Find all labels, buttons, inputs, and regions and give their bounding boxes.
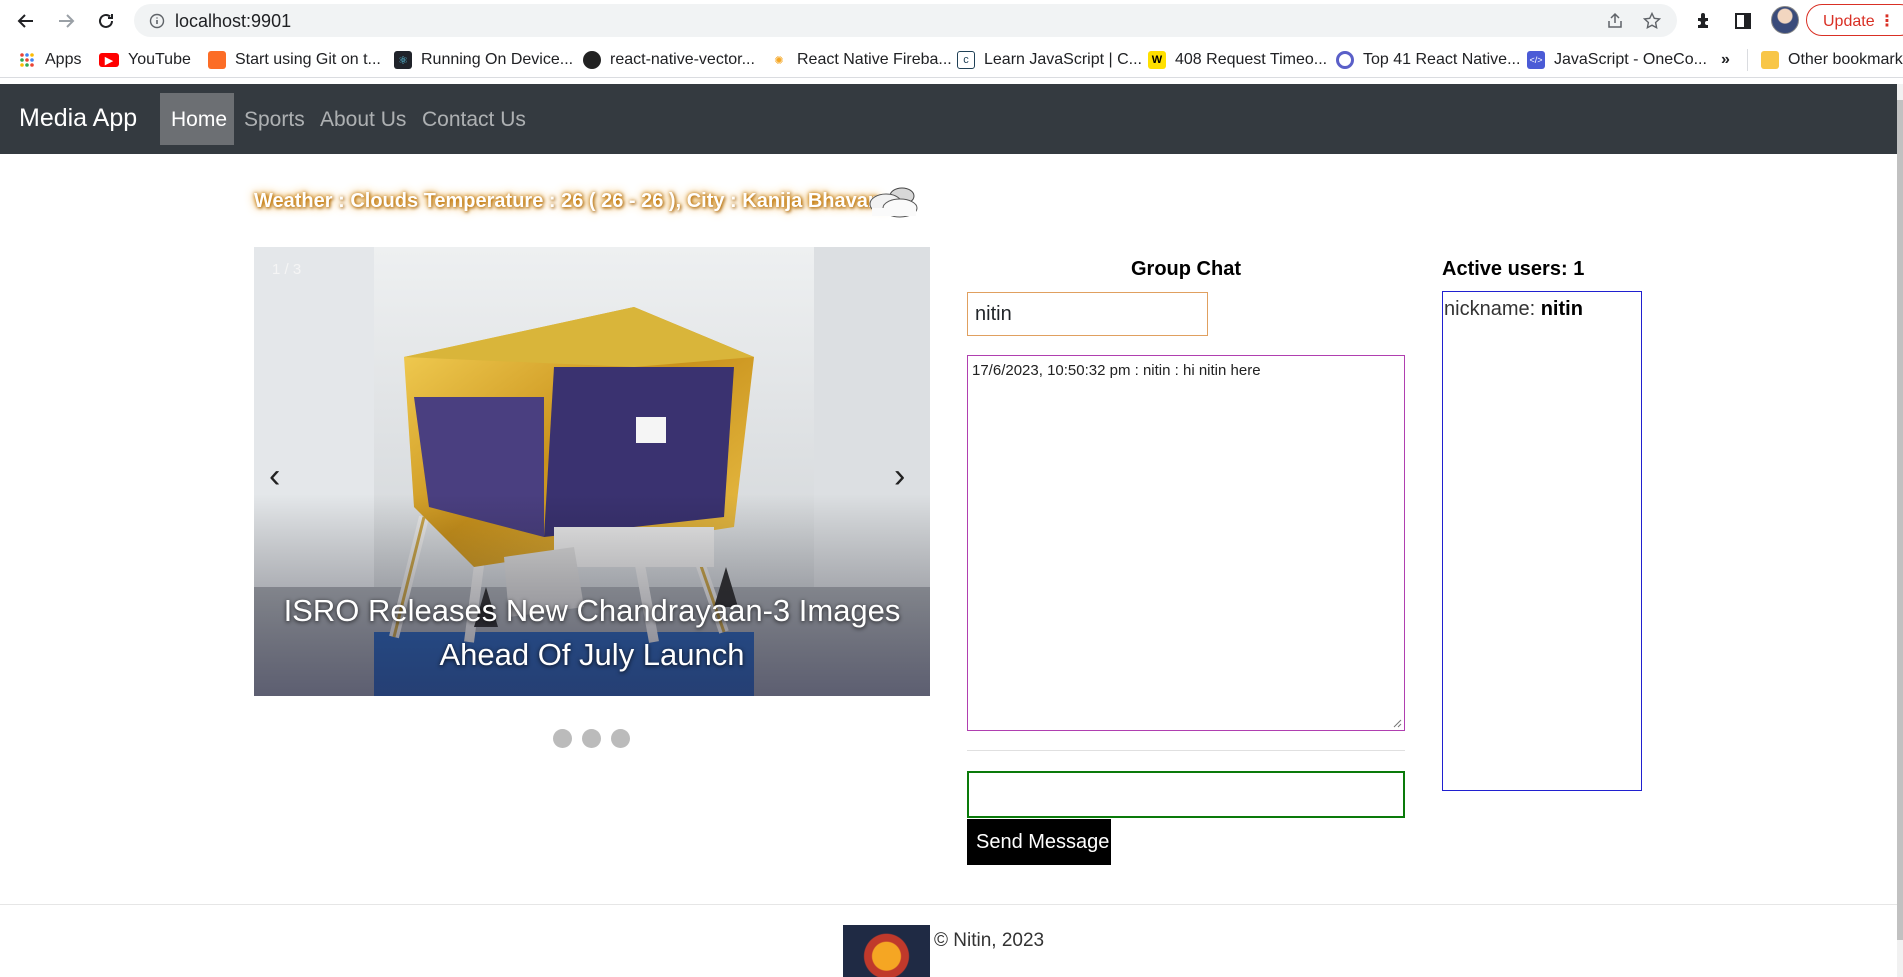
active-users-count: 1 [1573,258,1585,280]
bookmark-label: Top 41 React Native... [1363,51,1521,68]
more-bookmarks-button[interactable]: » [1721,50,1730,70]
nav-home[interactable]: Home [160,93,234,145]
nav-sports[interactable]: Sports [244,108,305,132]
news-carousel[interactable]: 1 / 3 ‹ › ISRO Releases New Chandrayaan-… [254,247,930,696]
footer-divider [0,904,1897,905]
forward-arrow-icon[interactable] [53,8,79,34]
weather-text: Weather : Clouds Temperature : 26 ( 26 -… [254,190,886,212]
carousel-next-button[interactable]: › [894,457,905,496]
nav-contact-us[interactable]: Contact Us [422,108,526,132]
bookmark-learn-javascript[interactable]: c Learn JavaScript | C... [957,50,1142,70]
carousel-dot[interactable] [611,729,630,748]
app-navbar: Media App Home Sports About Us Contact U… [0,84,1897,154]
bookmark-running-on-device[interactable]: ⚛ Running On Device... [394,50,573,70]
apps-grid-icon [18,51,36,69]
share-icon[interactable] [1605,11,1625,31]
nickname-input[interactable] [967,292,1208,336]
user-entry: nickname: nitin [1444,298,1640,321]
react-icon: ⚛ [394,51,412,69]
slide-caption-line1: ISRO Releases New Chandrayaan-3 Images [283,593,901,628]
active-users-label: Active users: [1442,258,1568,280]
code-icon: </> [1527,51,1545,69]
chat-divider [967,750,1405,751]
nav-about-us[interactable]: About Us [320,108,406,132]
bookmark-408-request[interactable]: W 408 Request Timeo... [1148,50,1327,70]
firebase-icon: ✺ [774,54,784,67]
chat-messages-box[interactable]: 17/6/2023, 10:50:32 pm : nitin : hi niti… [967,355,1405,731]
chat-message: 17/6/2023, 10:50:32 pm : nitin : hi niti… [972,362,1261,379]
bookmark-apps[interactable]: Apps [18,50,81,70]
slide-caption: ISRO Releases New Chandrayaan-3 Images A… [254,589,930,677]
bookmark-top-41[interactable]: Top 41 React Native... [1336,50,1520,70]
info-icon[interactable] [147,11,167,31]
bookmark-label: YouTube [128,51,191,68]
star-icon[interactable] [1642,11,1662,31]
bookmark-react-native-vector[interactable]: react-native-vector... [583,50,755,70]
active-users-list: nickname: nitin [1442,291,1642,791]
footer-copyright: © Nitin, 2023 [934,930,1045,951]
github-icon [583,51,601,69]
update-label: Update [1823,13,1875,30]
bookmark-javascript-oneco[interactable]: </> JavaScript - OneCo... [1527,50,1707,70]
active-users-title: Active users: 1 [1442,258,1584,281]
bookmarks-divider [1747,49,1748,71]
side-panel-icon[interactable] [1730,8,1756,34]
bookmark-youtube[interactable]: ▶ YouTube [99,50,191,70]
bookmark-react-native-firebase[interactable]: ✺ React Native Fireba... [770,50,952,70]
browser-toolbar: localhost:9901 Update ⋮ [0,0,1903,42]
slide-counter: 1 / 3 [272,261,302,278]
bookmarks-bar: Apps ▶ YouTube Start using Git on t... ⚛… [0,42,1903,78]
brand-title[interactable]: Media App [19,104,137,133]
url-text: localhost:9901 [175,11,292,31]
w-icon: W [1148,51,1166,69]
update-button[interactable]: Update ⋮ [1806,4,1903,36]
address-bar[interactable]: localhost:9901 [134,4,1677,37]
bookmark-label: 408 Request Timeo... [1175,51,1328,68]
slide-caption-line2: Ahead Of July Launch [439,637,745,672]
carousel-dot[interactable] [553,729,572,748]
extensions-icon[interactable] [1691,8,1717,34]
cloud-icon [869,187,918,218]
resize-handle-icon[interactable] [1392,718,1402,728]
other-bookmarks-folder[interactable]: Other bookmarks [1761,50,1903,70]
group-chat-title: Group Chat [1131,258,1241,280]
user-nickname: nitin [1540,298,1583,320]
send-message-button[interactable]: Send Message [967,819,1111,865]
nav-home-label: Home [171,108,228,131]
bookmark-label: Other bookmarks [1788,51,1903,68]
bookmark-label: Learn JavaScript | C... [984,51,1142,68]
menu-kebab-icon[interactable]: ⋮ [1879,13,1895,30]
gitlab-icon [208,51,226,69]
nickname-label: nickname: [1444,298,1536,320]
reload-icon[interactable] [93,8,119,34]
bookmark-label: React Native Fireba... [797,51,952,68]
message-input[interactable] [967,771,1405,818]
bookmark-label: Start using Git on t... [235,51,381,68]
circle-icon [1336,51,1354,69]
page-scrollbar[interactable] [1897,84,1903,977]
youtube-icon: ▶ [99,53,119,67]
profile-avatar[interactable] [1771,6,1799,34]
codecademy-icon: c [957,51,975,69]
bookmark-label: JavaScript - OneCo... [1554,51,1707,68]
bookmark-git[interactable]: Start using Git on t... [208,50,381,70]
scrollbar-thumb[interactable] [1897,100,1903,940]
folder-icon [1761,51,1779,69]
bookmark-label: react-native-vector... [610,51,755,68]
back-arrow-icon[interactable] [13,8,39,34]
eagle-logo [843,925,930,977]
bookmark-label: Apps [45,51,82,68]
carousel-prev-button[interactable]: ‹ [269,457,280,496]
carousel-indicators [553,729,630,748]
carousel-dot[interactable] [582,729,601,748]
bookmark-label: Running On Device... [421,51,574,68]
